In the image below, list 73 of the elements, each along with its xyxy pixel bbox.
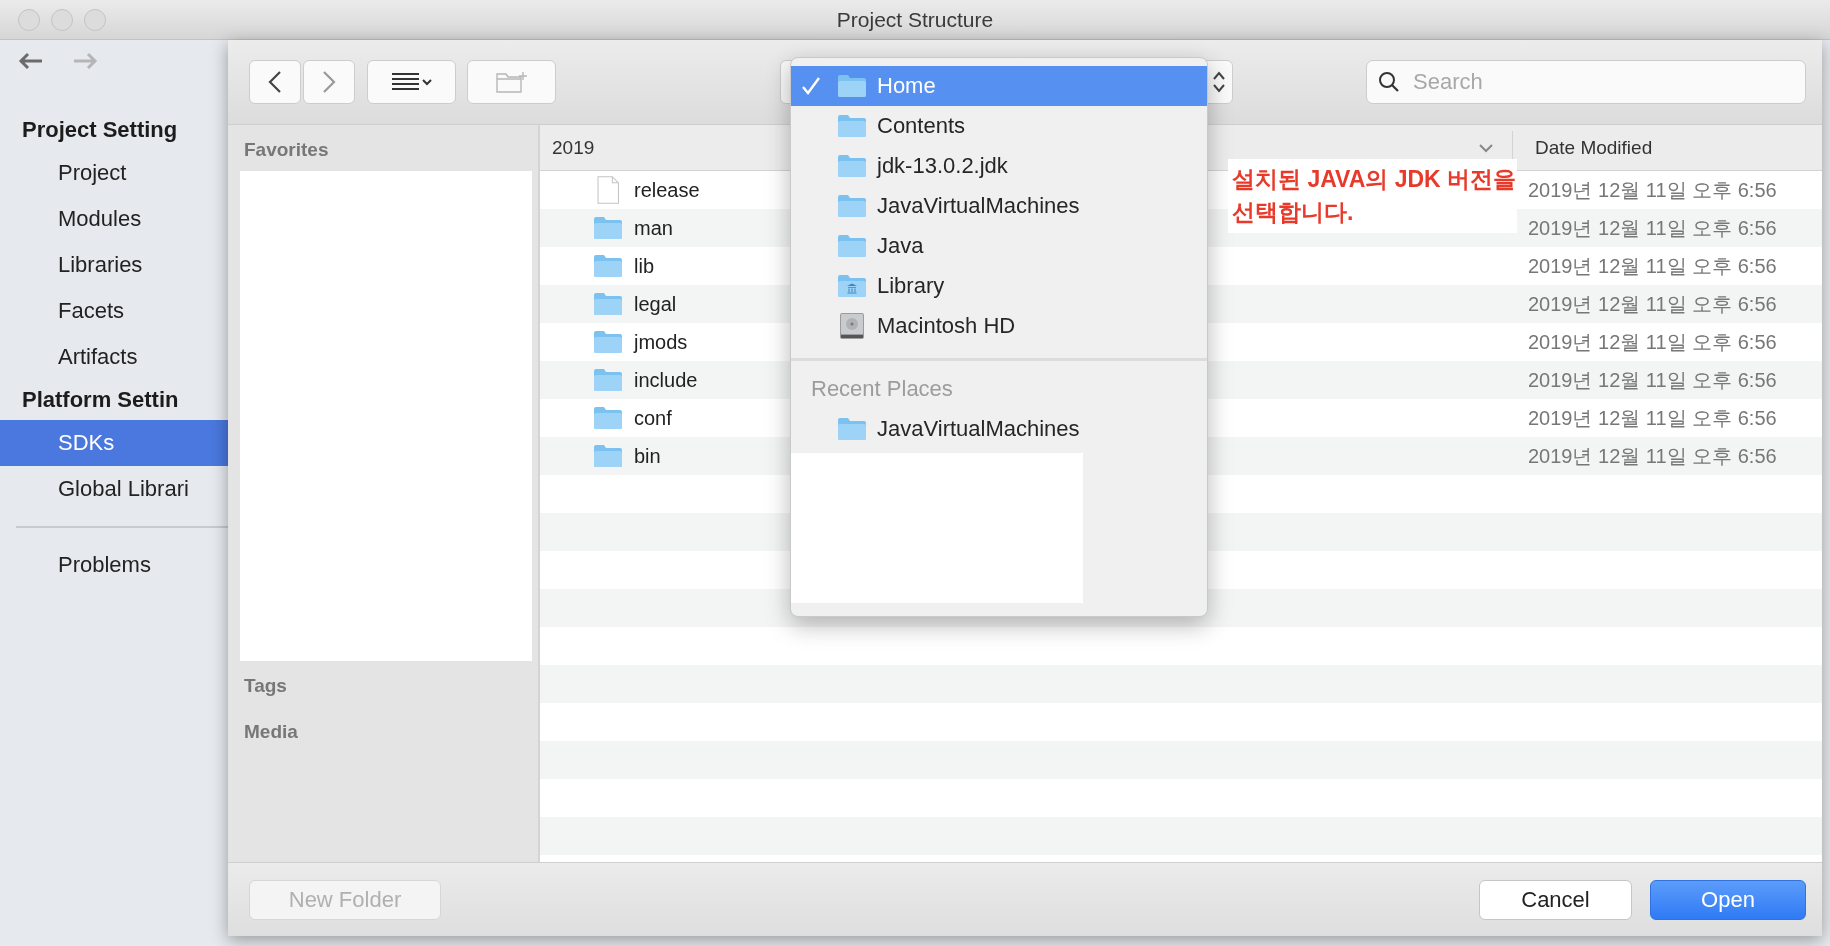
sidebar-item[interactable]: Project [0, 150, 228, 196]
section-heading: Tags [243, 674, 288, 698]
sidebar-item[interactable]: Facets [0, 288, 228, 334]
sidebar-item[interactable]: Problems [0, 542, 228, 588]
cancel-button[interactable]: Cancel [1479, 879, 1632, 920]
document-icon [596, 175, 620, 205]
stepper-icon [1212, 69, 1226, 95]
new-folder-icon [494, 70, 529, 94]
file-name[interactable]: man [634, 216, 673, 240]
back-button[interactable] [249, 60, 301, 104]
chevron-down-icon[interactable] [1478, 142, 1494, 153]
menu-item[interactable]: Library [791, 266, 1207, 306]
search-field[interactable]: Search [1366, 60, 1806, 104]
menu-item[interactable]: jdk-13.0.2.jdk [791, 146, 1207, 186]
folder-icon [593, 292, 623, 316]
sidebar-item[interactable]: SDKs [0, 420, 228, 466]
date-modified: 2019년 12월 11일 오후 6:56 [1527, 443, 1778, 469]
file-name[interactable]: legal [634, 292, 677, 316]
file-name[interactable]: release [634, 178, 700, 202]
folder-icon [837, 417, 867, 441]
date-modified: 2019년 12월 11일 오후 6:56 [1527, 405, 1778, 431]
file-name[interactable]: jmods [634, 330, 688, 354]
date-modified: 2019년 12월 11일 오후 6:56 [1527, 215, 1778, 241]
folder-icon [837, 154, 867, 178]
folder-icon [593, 254, 623, 278]
date-modified: 2019년 12월 11일 오후 6:56 [1527, 253, 1778, 279]
zoom-button[interactable] [84, 8, 106, 31]
forward-arrow-icon[interactable] [72, 52, 98, 70]
annotation-note: 설치된 JAVA의 JDK 버전을 선택합니다. [1228, 159, 1517, 233]
list-view-icon [390, 72, 433, 92]
close-button[interactable] [18, 8, 40, 31]
sidebar-item[interactable]: Modules [0, 196, 228, 242]
menu-item[interactable]: Contents [791, 106, 1207, 146]
minimize-button[interactable] [51, 8, 73, 31]
search-icon [1378, 71, 1400, 93]
view-options-button[interactable] [367, 60, 456, 104]
sidebar-item[interactable]: Libraries [0, 242, 228, 288]
column-header[interactable]: 2019 [540, 136, 595, 159]
back-arrow-icon[interactable] [18, 52, 44, 70]
sidebar-item[interactable]: Global Librari [0, 466, 228, 512]
folder-icon [837, 234, 867, 258]
folder-icon [593, 216, 623, 240]
menu-item[interactable]: JavaVirtualMachines [791, 186, 1207, 226]
menu-item[interactable]: JavaVirtualMachines [791, 409, 1207, 449]
chevron-right-icon [322, 70, 336, 94]
library-folder-icon [837, 274, 867, 298]
file-name[interactable]: include [634, 368, 698, 392]
folder-icon [837, 74, 867, 98]
section-heading: Favorites [243, 138, 330, 162]
folder-icon [593, 406, 623, 430]
file-name[interactable]: lib [634, 254, 654, 278]
folder-icon [593, 330, 623, 354]
date-modified: 2019년 12월 11일 오후 6:56 [1527, 177, 1778, 203]
section-heading: Platform Settin [21, 386, 179, 414]
menu-section-heading: Recent Places [810, 375, 954, 403]
file-name[interactable]: bin [634, 444, 661, 468]
menu-item[interactable]: Macintosh HD [791, 306, 1207, 346]
section-heading: Media [243, 720, 299, 744]
folder-icon [593, 444, 623, 468]
date-modified: 2019년 12월 11일 오후 6:56 [1527, 291, 1778, 317]
section-heading: Project Setting [21, 116, 178, 144]
folder-icon [593, 368, 623, 392]
folder-icon [837, 114, 867, 138]
window-title: Project Structure [836, 7, 994, 32]
date-modified: 2019년 12월 11일 오후 6:56 [1527, 367, 1778, 393]
file-name[interactable]: conf [634, 406, 672, 430]
menu-item[interactable]: Java [791, 226, 1207, 266]
date-modified: 2019년 12월 11일 오후 6:56 [1527, 329, 1778, 355]
sidebar-item[interactable]: Artifacts [0, 334, 228, 380]
new-folder-button[interactable] [467, 60, 556, 104]
folder-icon [837, 194, 867, 218]
chevron-left-icon [268, 70, 282, 94]
checkmark-icon [801, 76, 821, 96]
